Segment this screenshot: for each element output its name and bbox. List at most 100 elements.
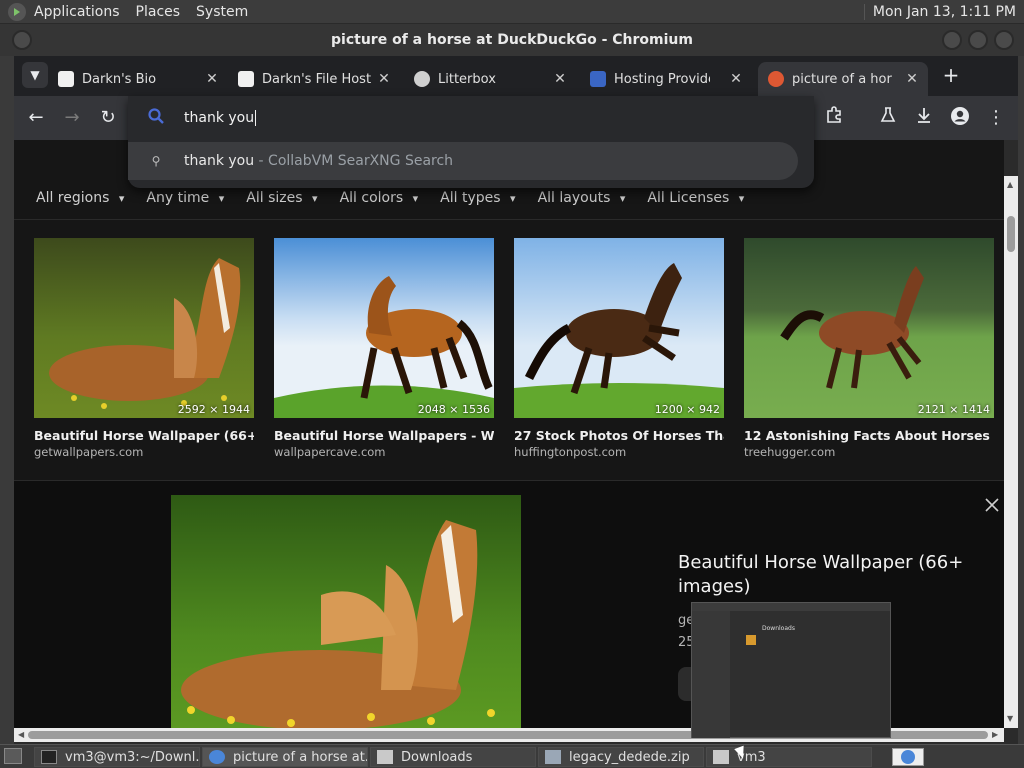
scroll-down-arrow-icon[interactable]: ▼ xyxy=(1007,714,1013,723)
search-icon: ⚲ xyxy=(151,154,161,168)
reload-icon[interactable]: ↻ xyxy=(96,106,120,130)
image-dimensions: 1200 × 942 xyxy=(654,403,720,416)
show-desktop-icon[interactable] xyxy=(4,748,22,764)
tab-darkns-file-host[interactable]: Darkn's File Host ✕ xyxy=(238,62,392,96)
filter-regions[interactable]: All regions xyxy=(36,190,124,206)
result-title[interactable]: Beautiful Horse Wallpaper (66+ ima... xyxy=(34,428,254,443)
task-label: legacy_dedede.zip xyxy=(569,749,690,765)
preview-titlebar xyxy=(692,603,890,611)
globe-favicon-icon xyxy=(590,71,606,87)
tab-label: Litterbox xyxy=(438,71,496,87)
result-source[interactable]: huffingtonpost.com xyxy=(514,445,724,459)
tab-hosting-provider[interactable]: Hosting Provider ✕ xyxy=(590,62,744,96)
address-input[interactable]: thank you xyxy=(184,110,254,126)
filter-sizes[interactable]: All sizes xyxy=(246,190,317,206)
filter-types[interactable]: All types xyxy=(440,190,515,206)
image-result[interactable]: 1200 × 942 27 Stock Photos Of Horses Tha… xyxy=(514,238,724,459)
chromium-icon xyxy=(209,750,225,764)
detail-image[interactable] xyxy=(171,495,521,728)
profile-avatar-icon[interactable] xyxy=(948,106,972,130)
close-window-button[interactable] xyxy=(994,30,1014,50)
result-source[interactable]: treehugger.com xyxy=(744,445,994,459)
taskbar-terminal[interactable]: vm3@vm3:~/Downl... xyxy=(34,747,200,767)
tab-darkns-bio[interactable]: Darkn's Bio ✕ xyxy=(58,62,220,96)
cat-favicon-icon xyxy=(414,71,430,87)
omnibox-suggestion[interactable]: ⚲ thank you - CollabVM SearXNG Search xyxy=(128,142,798,180)
suggestion-engine: - CollabVM SearXNG Search xyxy=(254,153,454,169)
tab-label: Darkn's Bio xyxy=(82,71,157,87)
folder-icon xyxy=(377,750,393,764)
result-thumbnail[interactable]: 2592 × 1944 xyxy=(34,238,254,418)
scroll-right-arrow-icon[interactable]: ▶ xyxy=(992,730,998,739)
applications-menu[interactable]: Applications xyxy=(26,4,128,20)
filter-layouts[interactable]: All layouts xyxy=(538,190,626,206)
window-titlebar[interactable]: picture of a horse at DuckDuckGo - Chrom… xyxy=(0,24,1024,56)
new-tab-plus-icon[interactable]: + xyxy=(940,64,962,86)
window-border-left xyxy=(0,56,14,744)
omnibox-dropdown: thank you ⚲ thank you - CollabVM SearXNG… xyxy=(128,96,814,188)
taskbar-chromium[interactable]: picture of a horse at... xyxy=(202,747,368,767)
suggestion-query: thank you xyxy=(184,153,255,169)
download-icon[interactable] xyxy=(912,106,936,130)
window-menu-button[interactable] xyxy=(12,30,32,50)
close-icon[interactable]: ✕ xyxy=(204,71,220,87)
taskbar-vm3-folder[interactable]: vm3 xyxy=(706,747,872,767)
extensions-puzzle-icon[interactable] xyxy=(822,106,846,130)
clock[interactable]: Mon Jan 13, 1:11 PM xyxy=(863,3,1024,20)
image-result[interactable]: 2048 × 1536 Beautiful Horse Wallpapers -… xyxy=(274,238,494,459)
minimize-button[interactable] xyxy=(942,30,962,50)
close-icon[interactable]: ✕ xyxy=(552,71,568,87)
image-dimensions: 2592 × 1944 xyxy=(177,403,250,416)
result-thumbnail[interactable]: 2121 × 1414 xyxy=(744,238,994,418)
tab-search-button[interactable]: ▼ xyxy=(22,62,48,88)
image-result[interactable]: 2121 × 1414 12 Astonishing Facts About H… xyxy=(744,238,994,459)
workspace-switcher[interactable] xyxy=(892,748,924,766)
taskbar-downloads[interactable]: Downloads xyxy=(370,747,536,767)
page-favicon-icon xyxy=(58,71,74,87)
close-icon[interactable]: ✕ xyxy=(728,71,744,87)
tab-label: Darkn's File Host xyxy=(262,71,372,87)
forward-arrow-icon[interactable]: → xyxy=(60,106,84,130)
result-title[interactable]: 12 Astonishing Facts About Horses xyxy=(744,428,994,443)
preview-folder-title: Downloads xyxy=(762,625,795,632)
close-icon[interactable]: ✕ xyxy=(904,71,920,87)
scroll-left-arrow-icon[interactable]: ◀ xyxy=(18,730,24,739)
filter-licenses[interactable]: All Licenses xyxy=(647,190,744,206)
tab-strip: ▼ Darkn's Bio ✕ Darkn's File Host ✕ Litt… xyxy=(14,56,1018,96)
home-folder-icon xyxy=(713,750,729,764)
maximize-button[interactable] xyxy=(968,30,988,50)
filter-colors[interactable]: All colors xyxy=(340,190,419,206)
close-detail-icon[interactable] xyxy=(984,497,1002,515)
vertical-scrollbar[interactable]: ▲ ▼ xyxy=(1004,176,1018,728)
task-label: picture of a horse at... xyxy=(233,749,368,765)
window-border-right xyxy=(1018,56,1024,744)
search-icon xyxy=(128,107,184,129)
close-icon[interactable]: ✕ xyxy=(376,71,392,87)
address-bar[interactable]: thank you xyxy=(128,96,814,140)
terminal-icon xyxy=(41,750,57,764)
bottom-taskbar: vm3@vm3:~/Downl... picture of a horse at… xyxy=(0,744,1024,768)
places-menu[interactable]: Places xyxy=(128,4,189,20)
result-thumbnail[interactable]: 1200 × 942 xyxy=(514,238,724,418)
tab-litterbox[interactable]: Litterbox ✕ xyxy=(414,62,568,96)
result-title[interactable]: 27 Stock Photos Of Horses That ... xyxy=(514,428,724,443)
vertical-scroll-thumb[interactable] xyxy=(1007,216,1015,252)
distro-logo-icon[interactable] xyxy=(8,2,26,21)
tab-picture-of-a-horse[interactable]: picture of a horse ✕ xyxy=(758,62,928,96)
result-source[interactable]: wallpapercave.com xyxy=(274,445,494,459)
result-title[interactable]: Beautiful Horse Wallpapers - Wallpa... xyxy=(274,428,494,443)
image-dimensions: 2121 × 1414 xyxy=(917,403,990,416)
labs-flask-icon[interactable] xyxy=(876,106,900,130)
kebab-menu-icon[interactable]: ⋮ xyxy=(984,106,1008,130)
scroll-up-arrow-icon[interactable]: ▲ xyxy=(1007,180,1013,189)
taskbar-archive[interactable]: legacy_dedede.zip xyxy=(538,747,704,767)
result-source[interactable]: getwallpapers.com xyxy=(34,445,254,459)
filter-time[interactable]: Any time xyxy=(146,190,224,206)
back-arrow-icon[interactable]: ← xyxy=(24,106,48,130)
image-result[interactable]: 2592 × 1944 Beautiful Horse Wallpaper (6… xyxy=(34,238,254,459)
detail-title[interactable]: Beautiful Horse Wallpaper (66+ images) xyxy=(678,551,978,599)
chevron-down-icon: ▼ xyxy=(30,68,40,82)
window-preview-thumbnail[interactable]: Downloads xyxy=(691,602,891,738)
system-menu[interactable]: System xyxy=(188,4,256,20)
result-thumbnail[interactable]: 2048 × 1536 xyxy=(274,238,494,418)
